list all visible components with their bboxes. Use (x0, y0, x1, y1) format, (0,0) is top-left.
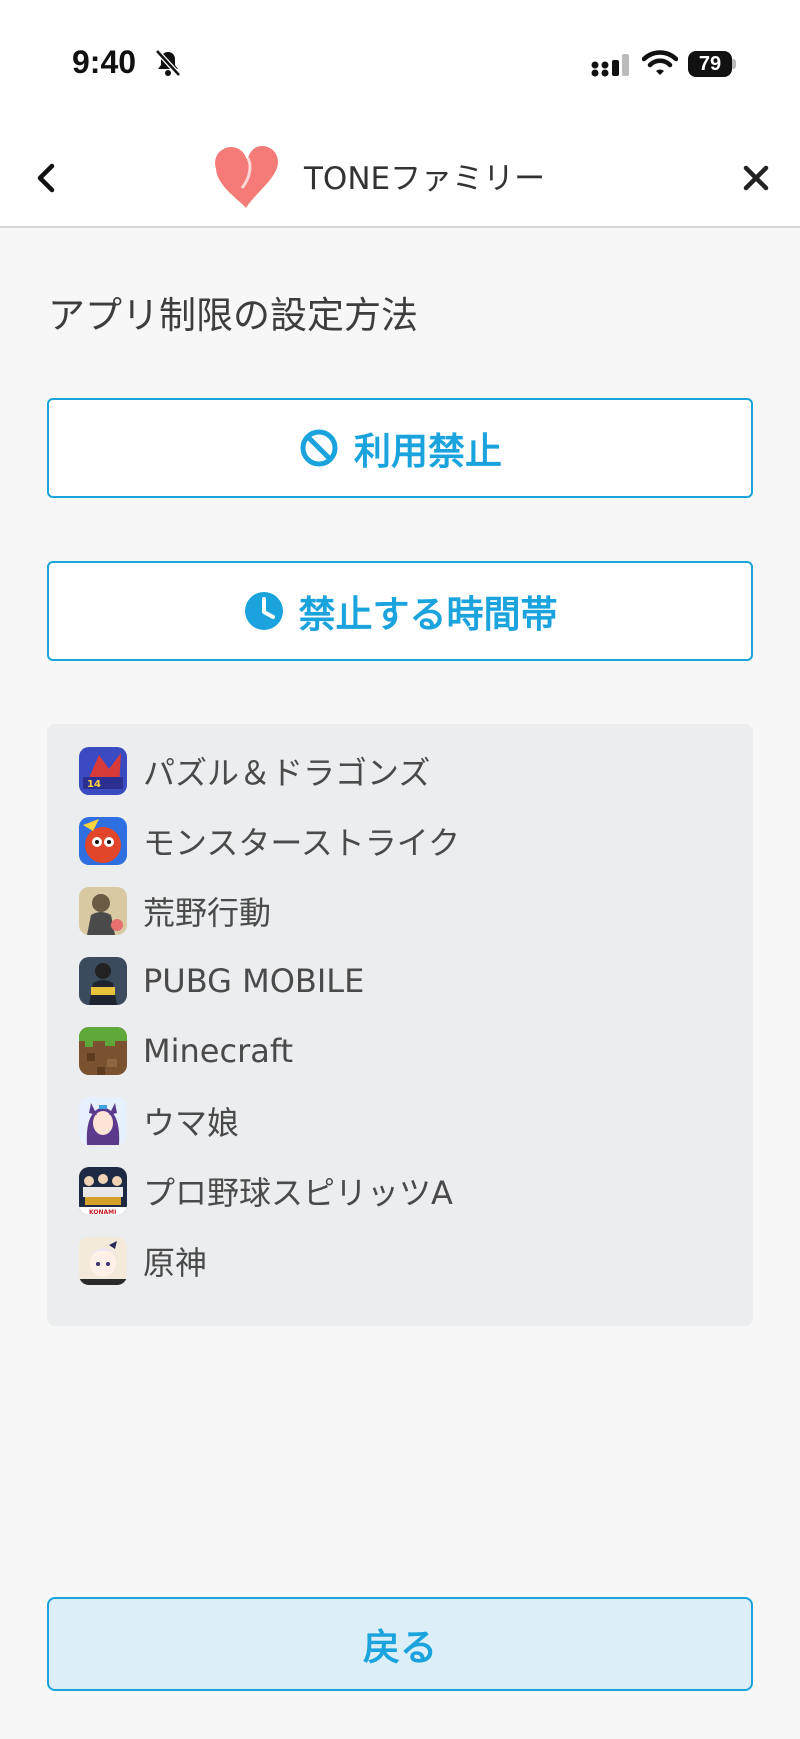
svg-text:14: 14 (87, 779, 101, 790)
app-name: 荒野行動 (143, 894, 272, 932)
list-item: Minecraft (79, 1026, 293, 1076)
list-item: モンスターストライク (79, 816, 460, 866)
app-name: プロ野球スピリッツA (143, 1174, 453, 1212)
prohibited-icon (300, 429, 338, 467)
close-icon[interactable] (730, 152, 782, 204)
app-name: PUBG MOBILE (143, 962, 365, 1000)
clock-icon (244, 592, 283, 630)
status-bar: 9:40 79 (0, 0, 800, 130)
back-button[interactable]: 戻る (47, 1597, 753, 1691)
battery-tip (732, 59, 736, 69)
pro-yakyu-spirits-icon: KONAMI (79, 1167, 127, 1215)
prohibited-time-label: 禁止する時間帯 (298, 593, 558, 636)
minecraft-icon (79, 1027, 127, 1075)
status-time: 9:40 (72, 44, 137, 80)
list-item: KONAMI プロ野球スピリッツA (79, 1166, 453, 1216)
back-chevron-icon[interactable] (22, 152, 74, 204)
app-name: パズル＆ドラゴンズ (143, 754, 431, 792)
uma-musume-icon (79, 1097, 127, 1145)
prohibit-usage-button[interactable]: 利用禁止 (47, 398, 753, 498)
battery-indicator: 79 (688, 51, 736, 77)
app-name: Minecraft (143, 1032, 294, 1070)
app-name: 原神 (143, 1244, 208, 1282)
bell-muted-icon (155, 49, 181, 77)
page-title: アプリ制限の設定方法 (48, 294, 418, 337)
app-name: ウマ娘 (143, 1104, 240, 1142)
prohibit-usage-label: 利用禁止 (354, 430, 502, 473)
knives-out-icon (79, 887, 127, 935)
monster-strike-icon (79, 817, 127, 865)
navigation-bar: TONEファミリー (0, 130, 800, 228)
wifi-icon (642, 50, 678, 75)
battery-level: 79 (688, 51, 732, 77)
tone-heart-logo-icon (215, 146, 278, 208)
svg-text:KONAMI: KONAMI (89, 1209, 116, 1215)
genshin-icon (79, 1237, 127, 1285)
prohibited-time-button[interactable]: 禁止する時間帯 (47, 561, 753, 661)
list-item: 14 パズル＆ドラゴンズ (79, 746, 430, 796)
nav-title: TONEファミリー (304, 161, 546, 197)
pubg-mobile-icon (79, 957, 127, 1005)
list-item: PUBG MOBILE (79, 956, 364, 1006)
list-item: 荒野行動 (79, 886, 271, 936)
list-item: ウマ娘 (79, 1096, 239, 1146)
cellular-signal-icon (591, 54, 629, 77)
back-button-label: 戻る (363, 1626, 437, 1669)
restricted-app-list: 14 パズル＆ドラゴンズ モンスターストライク 荒野行動 PUBG MOBILE… (47, 724, 753, 1326)
list-item: 原神 (79, 1236, 207, 1286)
puzzle-dragons-icon: 14 (79, 747, 127, 795)
app-name: モンスターストライク (143, 824, 461, 862)
